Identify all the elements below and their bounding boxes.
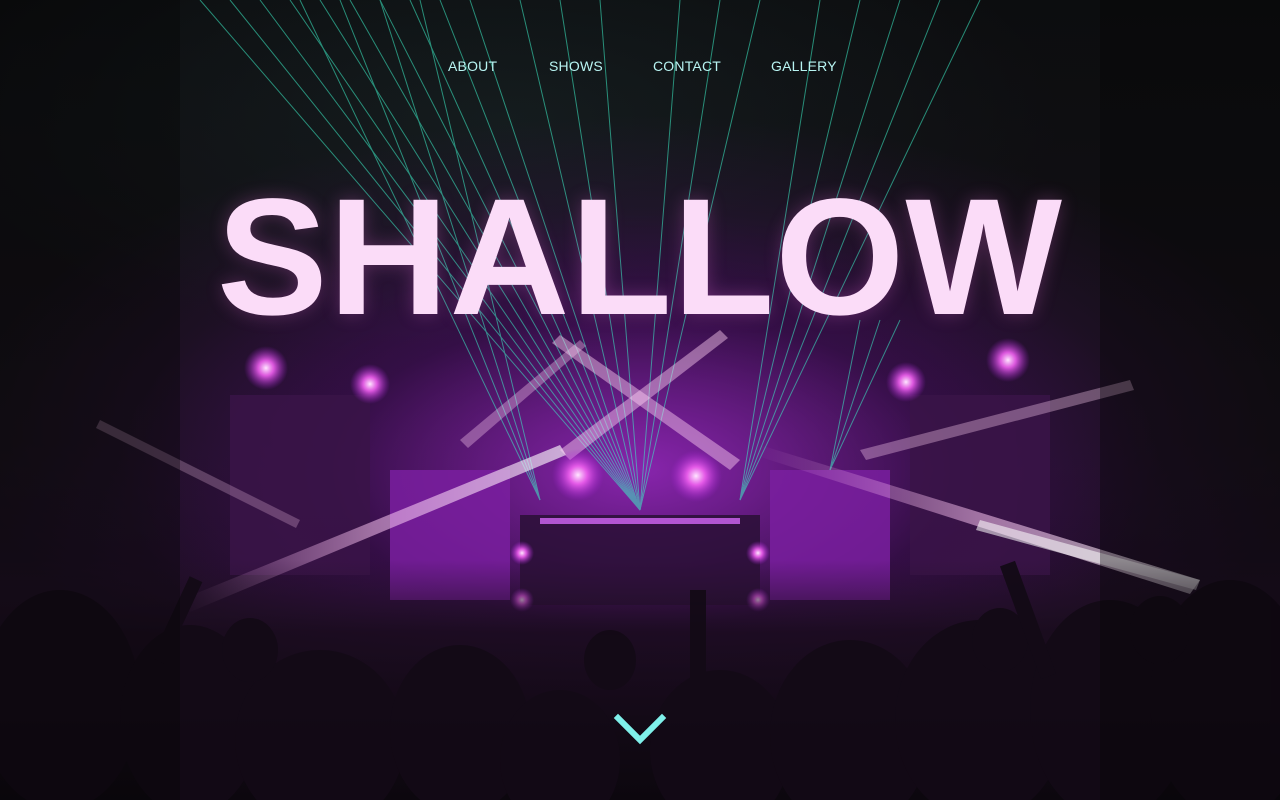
hero-title: SHALLOW bbox=[216, 165, 1064, 350]
hero-section: ABOUT SHOWS CONTACT GALLERY SHALLOW bbox=[0, 0, 1280, 800]
nav-link-gallery[interactable]: GALLERY bbox=[771, 57, 837, 75]
chevron-down-icon bbox=[613, 713, 667, 745]
main-nav: ABOUT SHOWS CONTACT GALLERY bbox=[0, 57, 1280, 75]
scroll-down-button[interactable] bbox=[612, 708, 668, 748]
nav-link-shows[interactable]: SHOWS bbox=[549, 57, 603, 75]
nav-link-about[interactable]: ABOUT bbox=[448, 57, 497, 75]
concert-background-image bbox=[0, 0, 1280, 800]
nav-link-contact[interactable]: CONTACT bbox=[653, 57, 721, 75]
